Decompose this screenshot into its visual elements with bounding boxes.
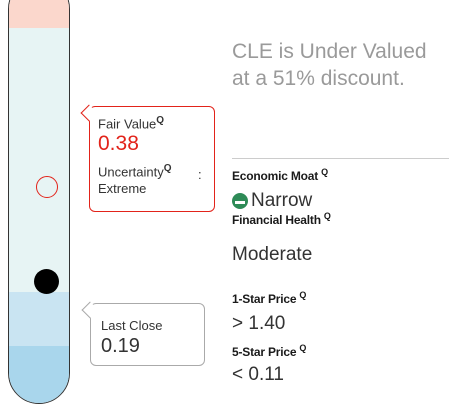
financial-health-value: Moderate [232, 244, 313, 265]
divider [232, 158, 449, 159]
fair-value-marker [36, 176, 58, 198]
health-info-icon[interactable]: Q [324, 211, 331, 221]
narrow-moat-icon [232, 193, 248, 209]
one-star-price-label: 1-Star Price Q [232, 290, 307, 306]
tube-band-undervalued [9, 292, 69, 346]
fair-value-callout: Fair ValueQ 0.38 UncertaintyQ : Extreme [80, 104, 215, 212]
fair-value-amount: 0.38 [98, 132, 139, 155]
moat-value-text: Narrow [251, 190, 313, 211]
uncertainty-value: Extreme [98, 181, 147, 196]
tube-band-overvalued [9, 0, 69, 28]
last-close-label: Last Close [101, 318, 163, 333]
uncertainty-info-icon[interactable]: Q [164, 163, 172, 174]
last-close-amount: 0.19 [101, 335, 140, 357]
one-star-price-value: > 1.40 [232, 313, 286, 334]
moat-info-icon[interactable]: Q [321, 167, 328, 177]
last-close-marker [34, 269, 59, 294]
one-star-info-icon[interactable]: Q [299, 290, 306, 300]
five-star-price-label: 5-Star Price Q [232, 343, 307, 359]
financial-health-label: Financial Health Q [232, 211, 331, 227]
five-star-info-icon[interactable]: Q [299, 343, 306, 353]
last-close-callout: Last Close 0.19 [81, 301, 205, 366]
economic-moat-label: Economic Moat Q [232, 167, 328, 183]
five-star-price-value: < 0.11 [232, 364, 284, 385]
callout-pointer [81, 301, 99, 319]
uncertainty-colon: : [198, 167, 202, 182]
economic-moat-value: Narrow [232, 190, 312, 212]
valuation-headline: CLE is Under Valued at a 51% discount. [232, 40, 427, 90]
fair-value-info-icon[interactable]: Q [156, 115, 164, 126]
tube-band-deep-undervalued [9, 346, 69, 403]
callout-pointer [80, 104, 98, 122]
valuation-tube [8, 0, 70, 404]
tube-band-fair [9, 28, 69, 292]
fair-value-label: Fair ValueQ [98, 115, 165, 132]
uncertainty-label: UncertaintyQ [98, 163, 172, 180]
